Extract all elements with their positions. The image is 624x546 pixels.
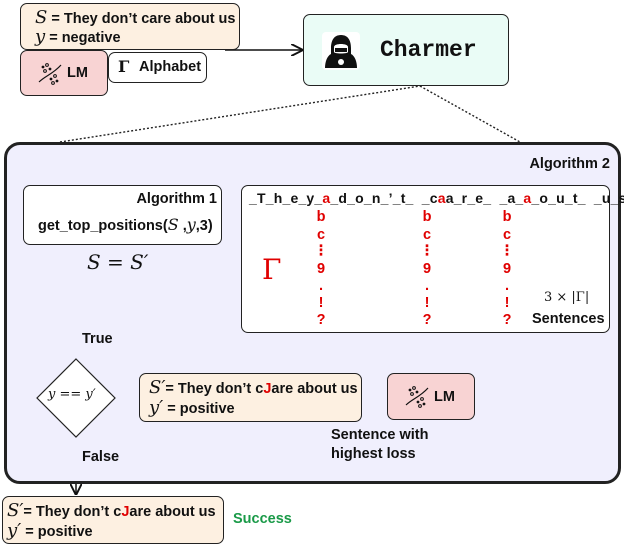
s-prime-post: are about us [271,381,358,397]
candidate: ! [318,295,324,311]
count-label: Sentences [532,311,605,327]
call-sep: , [178,218,187,234]
candidate: . [424,278,430,294]
y-text: = negative [49,30,121,46]
true-label: True [82,331,113,347]
candidate-ellipsis: ⋮ [419,243,435,259]
output-s-line: S′= They don’t cJare about us [7,501,216,522]
output-box: S′= They don’t cJare about us y′ = posit… [2,496,224,544]
y-prime-symbol: y′ [7,520,22,541]
lm-label: LM [67,65,88,81]
perturbed-y-line: y′ = positive [149,398,235,419]
s-prime-pre: = They don’t c [165,381,264,397]
s-prime-post: are about us [129,504,216,520]
false-label: False [82,449,120,465]
sentence-part: _d_o_n_’_t_ _c [330,190,438,206]
sentences-box: _T_h_e_y_a_d_o_n_’_t_ _caa_r_e_ _a_a_o_u… [241,185,624,333]
input-box: S = They don’t care about us y = negativ… [20,3,240,50]
s-prime-symbol: S′ [149,377,166,398]
candidate-ellipsis: ⋮ [499,243,515,259]
candidate: c [422,227,432,243]
candidate: c [316,227,326,243]
call-prefix: get_top_positions( [38,218,168,234]
s-text: = They don’t care about us [51,11,236,27]
zoom-line-right [419,85,521,143]
tokenized-sentence: _T_h_e_y_a_d_o_n_’_t_ _caa_r_e_ _a_a_o_u… [249,189,624,208]
success-label: Success [233,511,292,527]
sentence-part: _T_h_e_y_ [249,190,323,206]
call-s: S [167,215,179,234]
algorithm2-title: Algorithm 2 [529,156,610,172]
condition-label: y == y′ [48,387,96,402]
candidate-ellipsis: ⋮ [313,243,329,259]
zoom-line-left [59,85,421,143]
s-prime-pre: = They don’t c [23,504,122,520]
candidate: ! [424,295,430,311]
algorithm1-box: Algorithm 1 get_top_positions(S ,y,3) [23,185,222,245]
hacker-icon [322,32,360,70]
candidate: ? [502,312,512,328]
gamma-symbol: Γ [118,57,130,76]
perturbed-box: S′= They don’t cJare about us y′ = posit… [139,373,362,422]
position-2-char: a [437,190,446,206]
candidate: b [502,209,512,225]
highest-loss-line-1: Sentence with [331,427,429,443]
candidate: ? [422,312,432,328]
input-s-line: S = They don’t care about us [35,8,235,29]
charmer-title: Charmer [380,37,477,63]
update-label: S = S′ [87,250,149,274]
candidate: 9 [422,261,432,277]
sentence-part: _o_u_t_ _u_s_ [531,190,624,206]
highest-loss-label: Sentence with highest loss [331,426,429,464]
perturbed-s-line: S′= They don’t cJare about us [149,378,358,399]
candidate: ! [504,295,510,311]
call-y: y [186,215,196,234]
candidate: 9 [316,261,326,277]
candidate: . [504,278,510,294]
candidate: ? [316,312,326,328]
candidate: b [422,209,432,225]
input-y-line: y = negative [35,27,121,48]
algorithm1-call: get_top_positions(S ,y,3) [38,215,213,236]
y-prime-text: = positive [25,524,93,540]
lm-scatter-icon [405,386,429,408]
algorithm1-title: Algorithm 1 [136,191,217,207]
candidate: c [502,227,512,243]
highest-loss-line-2: highest loss [331,446,416,462]
lm-scatter-icon [38,63,62,85]
count-formula: 3 × |Γ| [544,290,590,305]
sentence-part: a_r_e_ _a_ [445,190,524,206]
charmer-box: Charmer [303,14,509,86]
candidate: 9 [502,261,512,277]
y-symbol: y [35,26,46,47]
candidate: . [318,278,324,294]
lm-box-scorer: LM [387,373,475,420]
lm-box-top: LM [20,50,108,96]
output-y-line: y′ = positive [7,521,93,542]
candidate: b [316,209,326,225]
lm-label: LM [434,389,455,405]
alphabet-box: Γ Alphabet [108,52,207,83]
s-prime-symbol: S′ [7,500,24,521]
y-prime-symbol: y′ [149,397,164,418]
s-symbol: S [35,7,48,28]
gamma-alphabet-symbol: Γ [262,253,282,286]
y-prime-text: = positive [167,401,235,417]
alphabet-label: Alphabet [139,59,202,75]
call-suffix: ,3) [195,218,213,234]
